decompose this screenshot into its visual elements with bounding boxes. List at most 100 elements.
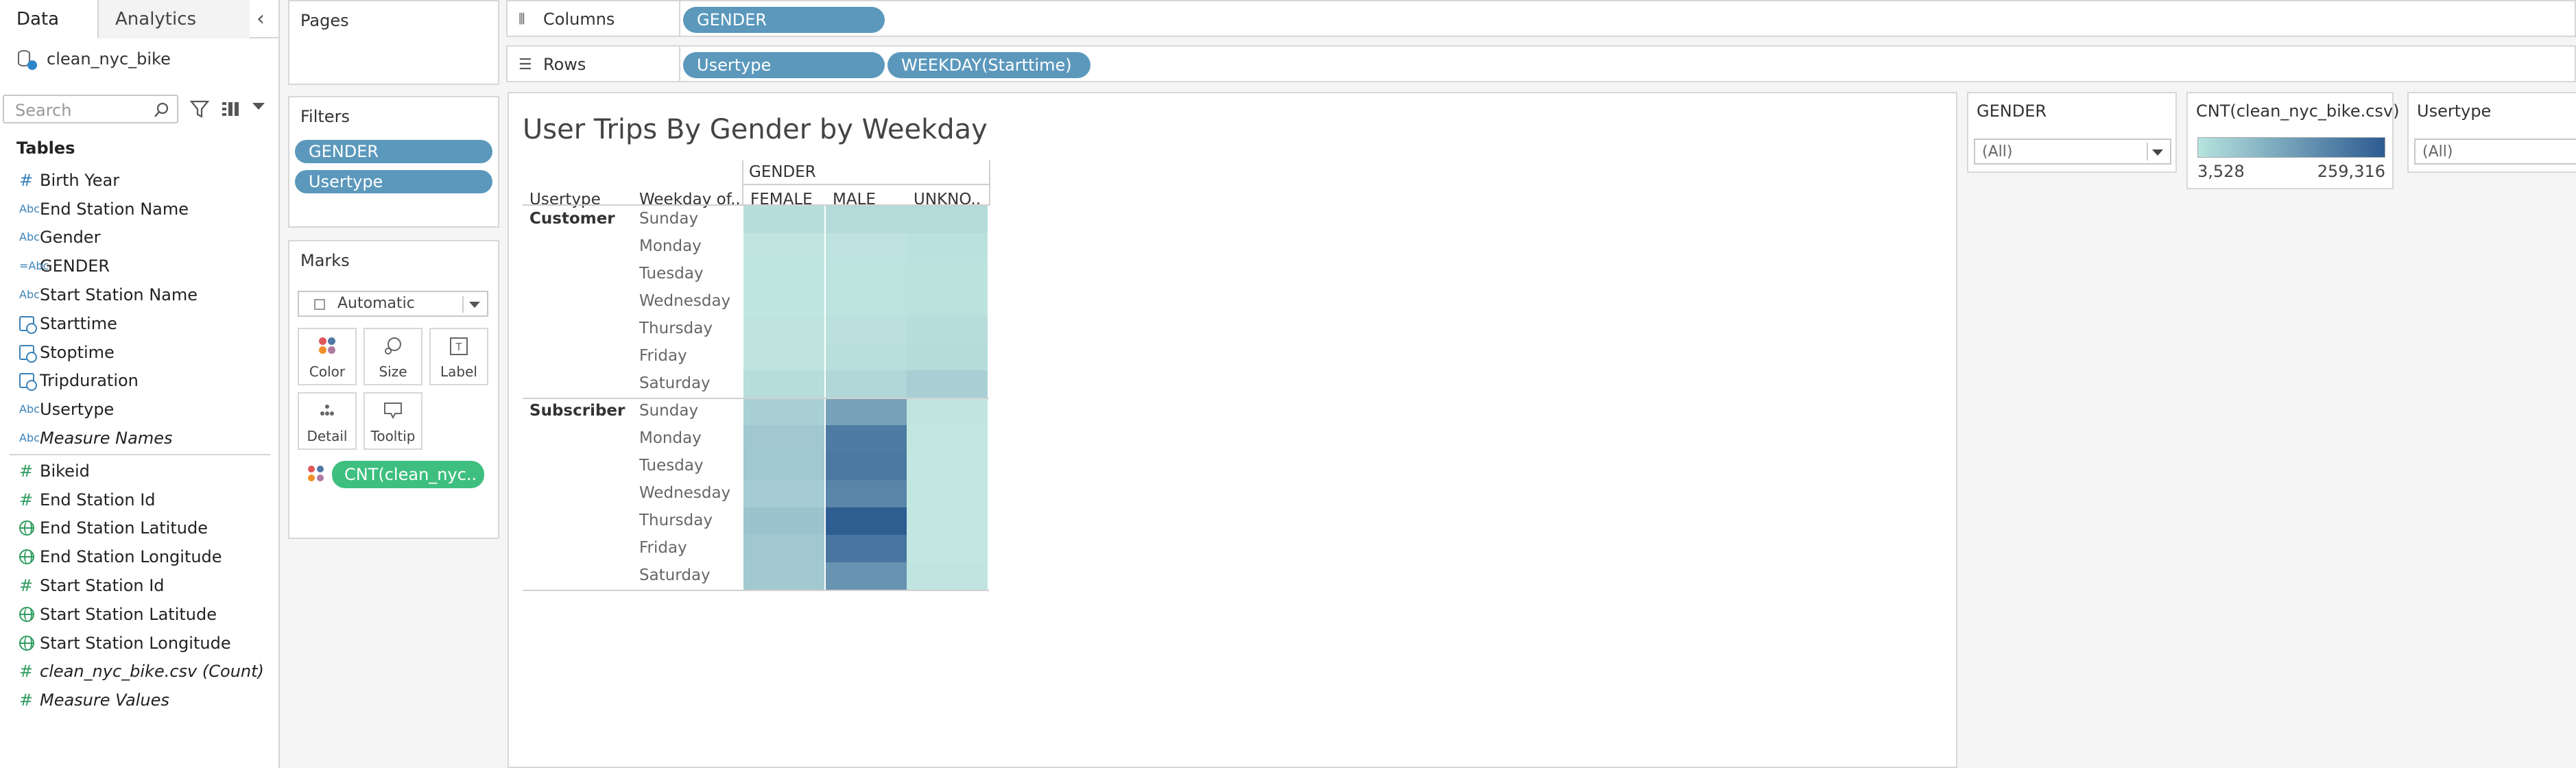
- collapse-pane-icon[interactable]: ‹: [248, 5, 273, 33]
- heatmap-cell[interactable]: [826, 233, 907, 261]
- number-icon: #: [19, 490, 34, 509]
- heatmap-cell[interactable]: [743, 562, 824, 590]
- detail-button[interactable]: Detail: [298, 392, 357, 450]
- heatmap-cell[interactable]: [743, 261, 824, 288]
- heatmap-cell[interactable]: [907, 398, 988, 425]
- usertype-filter-title: Usertype: [2417, 101, 2492, 121]
- color-button[interactable]: Color: [298, 328, 357, 385]
- field-end-station-latitude[interactable]: End Station Latitude: [0, 514, 280, 543]
- field-start-station-name[interactable]: Abc Start Station Name: [0, 280, 280, 309]
- field-end-station-id[interactable]: # End Station Id: [0, 485, 280, 514]
- view-options-icon[interactable]: [221, 99, 244, 119]
- search-input[interactable]: Search: [3, 95, 178, 123]
- heatmap-cell[interactable]: [907, 425, 988, 453]
- column-group-header: GENDER: [749, 163, 816, 181]
- heatmap-cell[interactable]: [826, 507, 907, 535]
- rows-pill-usertype[interactable]: Usertype: [683, 52, 885, 78]
- columns-shelf[interactable]: ⦀ Columns GENDER: [506, 0, 2576, 37]
- tab-analytics[interactable]: Analytics: [99, 0, 250, 38]
- filters-shelf[interactable]: Filters GENDER Usertype: [288, 96, 499, 228]
- data-pane: Data Analytics ‹ clean_nyc_bike Search T…: [0, 0, 280, 768]
- viz-canvas[interactable]: User Trips By Gender by Weekday GENDER U…: [508, 92, 1957, 768]
- pages-shelf[interactable]: Pages: [288, 0, 499, 85]
- field-end-station-name[interactable]: Abc End Station Name: [0, 195, 280, 224]
- heatmap-cell[interactable]: [907, 562, 988, 590]
- field-gender[interactable]: Abc Gender: [0, 224, 280, 252]
- heatmap-cell[interactable]: [826, 206, 907, 233]
- field-usertype[interactable]: Abc Usertype: [0, 395, 280, 424]
- heatmap-cell[interactable]: [743, 480, 824, 507]
- heatmap-cell[interactable]: [743, 535, 824, 562]
- rows-pill-weekday[interactable]: WEEKDAY(Starttime): [887, 52, 1090, 78]
- heatmap-cell[interactable]: [826, 425, 907, 453]
- heatmap-cell[interactable]: [743, 453, 824, 480]
- filters-title: Filters: [300, 107, 350, 126]
- heatmap-cell[interactable]: [907, 315, 988, 343]
- date-icon: [0, 342, 40, 363]
- heatmap-cell[interactable]: [907, 535, 988, 562]
- field-start-station-latitude[interactable]: Start Station Latitude: [0, 600, 280, 629]
- label-button[interactable]: T Label: [429, 328, 488, 385]
- heatmap-cell[interactable]: [826, 370, 907, 398]
- heatmap-cell[interactable]: [743, 315, 824, 343]
- heatmap-cell[interactable]: [907, 370, 988, 398]
- field-start-station-longitude[interactable]: Start Station Longitude: [0, 629, 280, 658]
- heatmap-cell[interactable]: [743, 206, 824, 233]
- rows-shelf[interactable]: ☰ Rows Usertype WEEKDAY(Starttime): [506, 45, 2576, 82]
- color-encoding-icon: [307, 465, 325, 483]
- size-button[interactable]: Size: [363, 328, 422, 385]
- field-starttime[interactable]: Starttime: [0, 309, 280, 338]
- field-measure-names[interactable]: Abc Measure Names: [0, 424, 280, 453]
- heatmap-cell[interactable]: [907, 480, 988, 507]
- filter-pill-gender[interactable]: GENDER: [295, 140, 492, 163]
- color-measure-pill[interactable]: CNT(clean_nyc..: [332, 461, 484, 488]
- heatmap-cell[interactable]: [743, 343, 824, 370]
- weekday-label: Saturday: [639, 374, 711, 392]
- color-legend[interactable]: CNT(clean_nyc_bike.csv) 3,528 259,316: [2186, 92, 2400, 189]
- heatmap-cell[interactable]: [743, 398, 824, 425]
- heatmap-cell[interactable]: [743, 233, 824, 261]
- heatmap-cell[interactable]: [826, 480, 907, 507]
- heatmap-cell[interactable]: [826, 562, 907, 590]
- heatmap-cell[interactable]: [826, 315, 907, 343]
- datasource-item[interactable]: clean_nyc_bike: [16, 45, 171, 73]
- field-gender[interactable]: =Abc GENDER: [0, 252, 280, 280]
- filter-pill-usertype[interactable]: Usertype: [295, 170, 492, 193]
- heatmap-cell[interactable]: [907, 453, 988, 480]
- heatmap-cell[interactable]: [826, 535, 907, 562]
- heatmap-cell[interactable]: [907, 343, 988, 370]
- heatmap-cell[interactable]: [907, 261, 988, 288]
- heatmap-cell[interactable]: [743, 425, 824, 453]
- heatmap-cell[interactable]: [826, 343, 907, 370]
- heatmap-cell[interactable]: [826, 288, 907, 315]
- heatmap-cell[interactable]: [907, 206, 988, 233]
- field-measure-values[interactable]: # Measure Values: [0, 686, 280, 715]
- columns-pill-gender[interactable]: GENDER: [683, 7, 885, 33]
- heatmap-cell[interactable]: [907, 233, 988, 261]
- usertype-filter-dropdown[interactable]: (All): [2414, 139, 2576, 165]
- group-divider: [523, 398, 989, 399]
- heatmap-cell[interactable]: [743, 288, 824, 315]
- field-bikeid[interactable]: # Bikeid: [0, 457, 280, 485]
- mark-type-dropdown[interactable]: Automatic: [298, 291, 488, 317]
- tab-data[interactable]: Data: [0, 0, 99, 39]
- heatmap-cell[interactable]: [826, 398, 907, 425]
- field-clean-nyc-bike-csv-count[interactable]: # clean_nyc_bike.csv (Count): [0, 658, 280, 686]
- weekday-label: Tuesday: [639, 457, 704, 475]
- chevron-down-icon[interactable]: [252, 103, 265, 110]
- heatmap-cell[interactable]: [826, 453, 907, 480]
- field-stoptime[interactable]: Stoptime: [0, 338, 280, 367]
- field-start-station-id[interactable]: # Start Station Id: [0, 571, 280, 600]
- heatmap-cell[interactable]: [907, 288, 988, 315]
- heatmap-cell[interactable]: [826, 261, 907, 288]
- filter-icon[interactable]: [189, 99, 210, 119]
- heatmap-cell[interactable]: [743, 507, 824, 535]
- chevron-down-icon: [2152, 149, 2163, 156]
- heatmap-cell[interactable]: [907, 507, 988, 535]
- heatmap-cell[interactable]: [743, 370, 824, 398]
- tooltip-button[interactable]: Tooltip: [363, 392, 422, 450]
- gender-filter-dropdown[interactable]: (All): [1974, 139, 2171, 165]
- field-tripduration[interactable]: Tripduration: [0, 367, 280, 396]
- field-end-station-longitude[interactable]: End Station Longitude: [0, 542, 280, 571]
- field-birth-year[interactable]: # Birth Year: [0, 166, 280, 195]
